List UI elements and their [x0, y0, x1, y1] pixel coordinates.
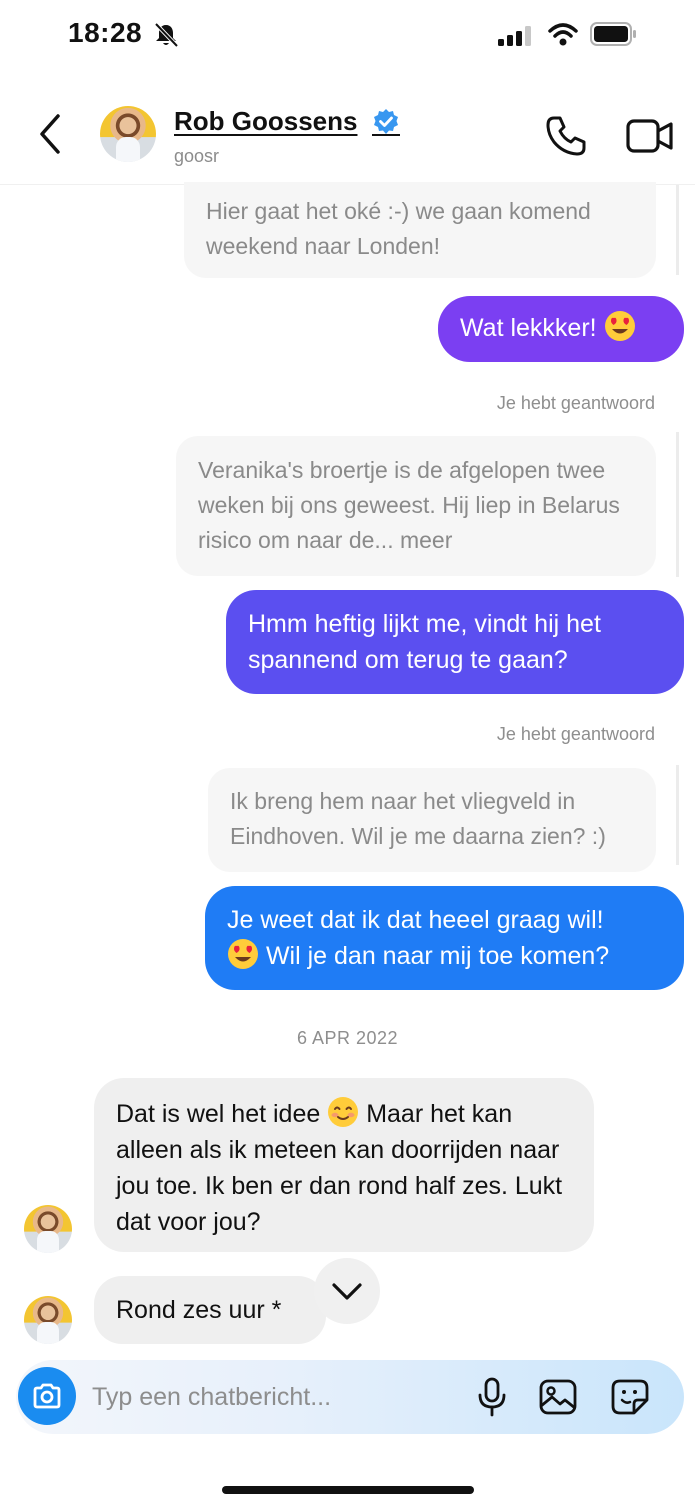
message-bubble-received[interactable]: Dat is wel het idee Maar het kan alleen …	[94, 1078, 594, 1252]
scroll-to-bottom-button[interactable]	[314, 1258, 380, 1324]
reply-note: Je hebt geantwoord	[496, 724, 655, 744]
message-composer	[16, 1360, 684, 1434]
message-bubble-received[interactable]: Veranika's broertje is de afgelopen twee…	[176, 436, 656, 576]
verified-badge-icon	[374, 109, 398, 134]
gallery-icon[interactable]	[538, 1378, 578, 1416]
wifi-icon	[548, 23, 578, 46]
message-text: Je weet dat ik dat heeel graag wil!	[227, 906, 604, 934]
phone-icon[interactable]	[544, 114, 588, 158]
contact-avatar[interactable]	[100, 106, 156, 162]
message-bubble-received[interactable]: Rond zes uur *	[94, 1276, 326, 1344]
back-icon[interactable]	[34, 112, 66, 156]
contact-username: goosr	[174, 146, 220, 166]
heart-eyes-emoji-icon	[604, 311, 635, 341]
date-separator: 6 APR 2022	[296, 1028, 399, 1048]
thread-line	[676, 765, 679, 865]
status-time: 18:28	[68, 17, 143, 48]
status-bar: 18:28	[0, 0, 695, 70]
message-text: Wat lekkker!	[460, 314, 597, 342]
sender-avatar[interactable]	[24, 1205, 72, 1253]
message-bubble-received[interactable]: Hier gaat het oké :-) we gaan komend wee…	[184, 182, 656, 278]
message-text: Rond zes uur *	[116, 1296, 282, 1324]
sender-avatar[interactable]	[24, 1296, 72, 1344]
message-bubble-received[interactable]: Ik breng hem naar het vliegveld in Eindh…	[208, 768, 656, 872]
battery-icon	[590, 22, 636, 46]
thread-line	[676, 432, 679, 577]
message-bubble-sent[interactable]: Je weet dat ik dat heeel graag wil! Wil …	[205, 886, 684, 990]
thread-line	[676, 185, 679, 275]
camera-button[interactable]	[18, 1367, 76, 1425]
name-underline	[372, 134, 400, 136]
message-input[interactable]	[92, 1380, 452, 1414]
chat-header: Rob Goossens goosr	[0, 90, 695, 185]
contact-name[interactable]: Rob Goossens	[174, 106, 357, 137]
heart-eyes-emoji-icon	[228, 939, 258, 969]
signal-icon	[498, 26, 531, 46]
message-text: Hier gaat het oké :-) we gaan komend wee…	[206, 198, 591, 259]
reply-note: Je hebt geantwoord	[496, 393, 655, 413]
bell-slash-icon	[154, 22, 179, 48]
message-bubble-sent[interactable]: Wat lekkker!	[438, 296, 684, 362]
video-icon[interactable]	[626, 116, 674, 156]
smiling-blush-emoji-icon	[328, 1097, 359, 1127]
microphone-icon[interactable]	[476, 1376, 508, 1418]
message-text: Ik breng hem naar het vliegveld in Eindh…	[230, 788, 606, 849]
message-bubble-sent[interactable]: Hmm heftig lijkt me, vindt hij het spann…	[226, 590, 684, 694]
home-indicator	[222, 1486, 474, 1494]
message-text: Wil je dan naar mij toe komen?	[265, 942, 610, 970]
sticker-icon[interactable]	[610, 1378, 650, 1416]
message-text: Hmm heftig lijkt me, vindt hij het spann…	[248, 610, 601, 674]
message-text: Dat is wel het idee	[116, 1100, 321, 1128]
camera-icon	[33, 1383, 61, 1409]
chevron-down-icon	[332, 1283, 362, 1300]
message-text: Veranika's broertje is de afgelopen twee…	[198, 457, 620, 553]
